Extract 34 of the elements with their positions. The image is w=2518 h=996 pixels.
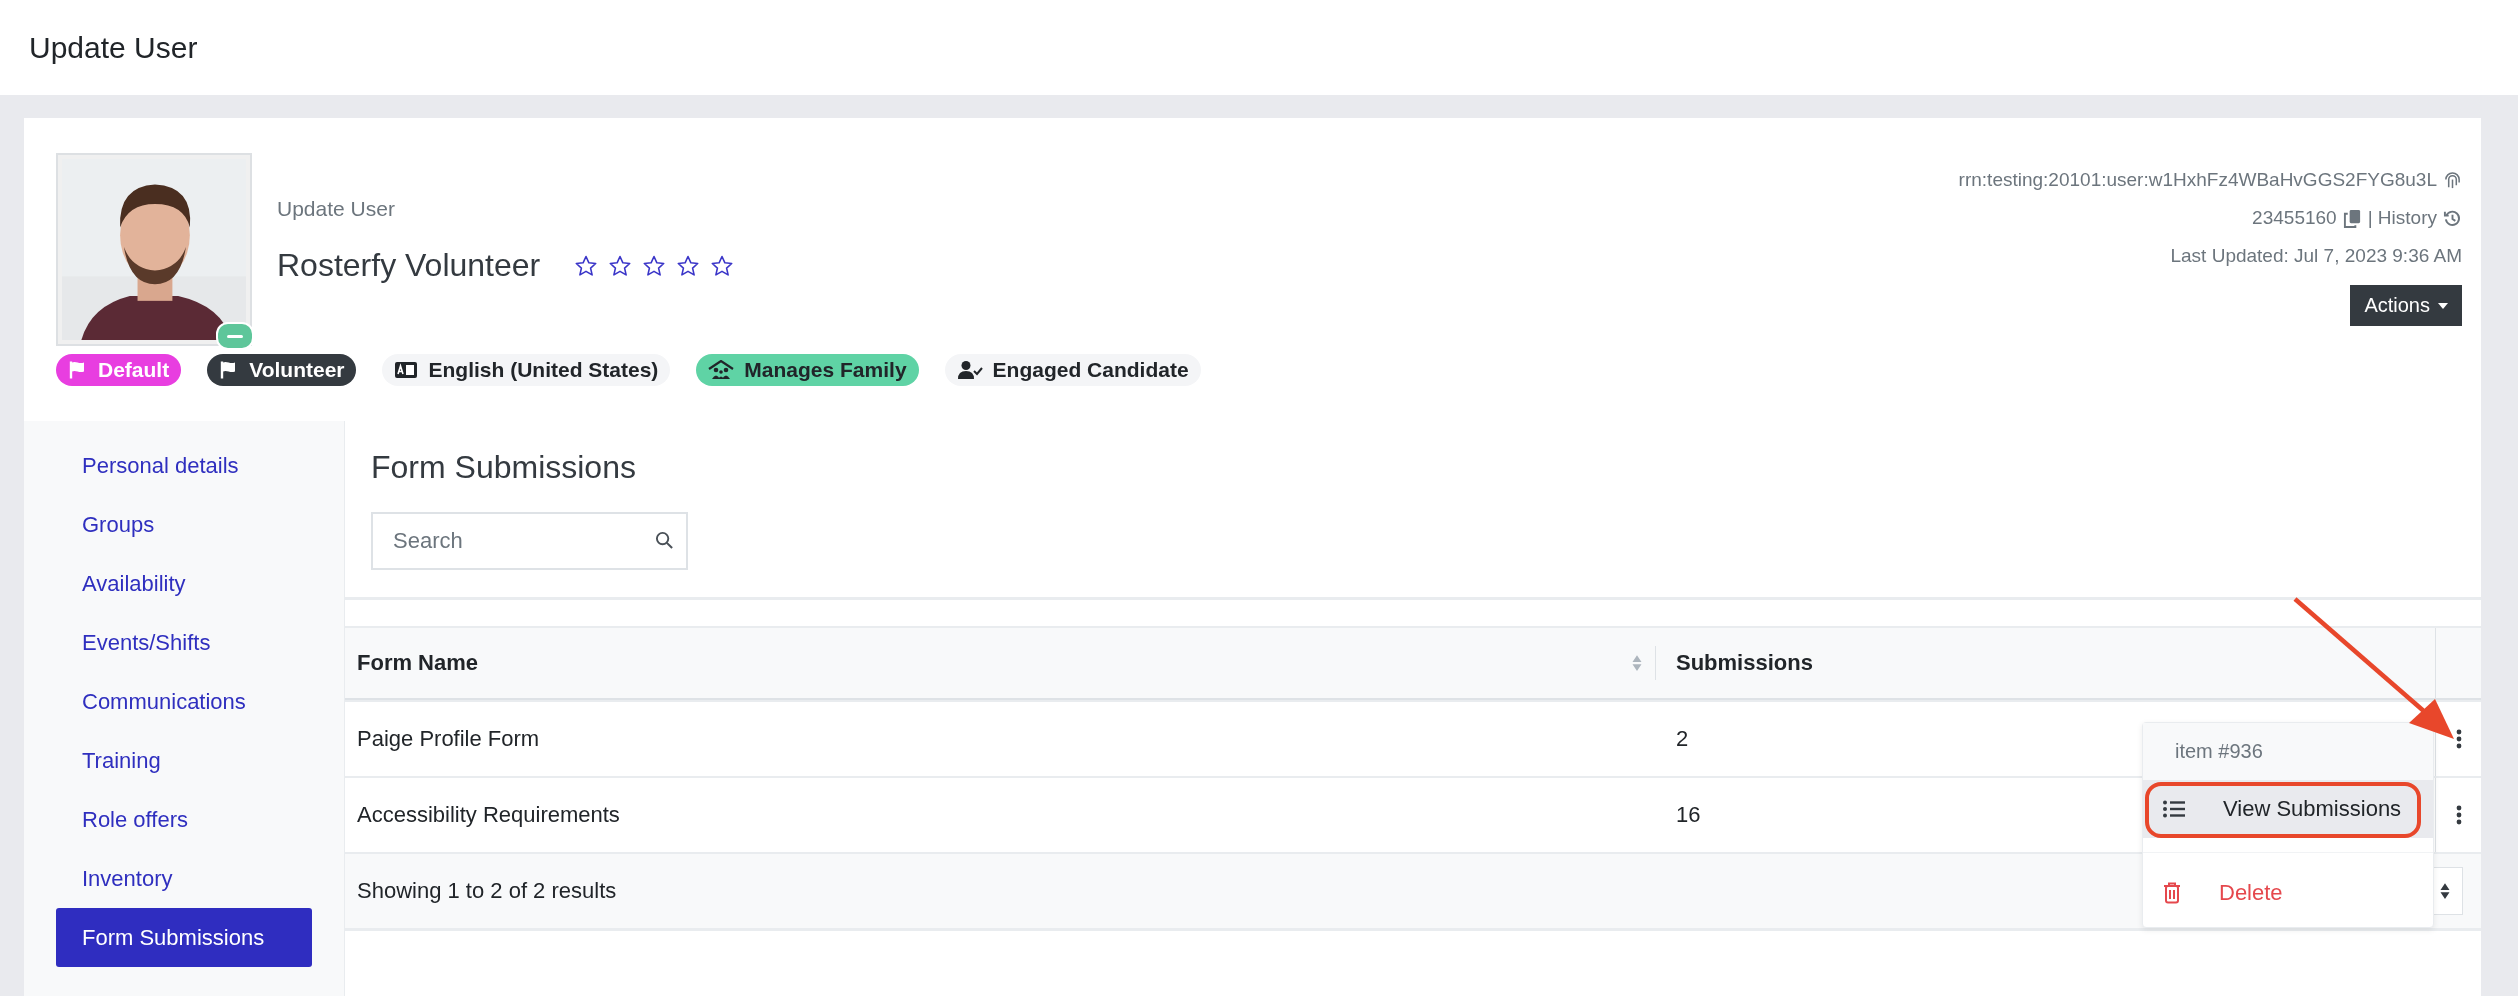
menu-item[interactable]: View Submissions: [2143, 780, 2433, 838]
table-cell: Paige Profile Form: [357, 726, 540, 752]
tag-badge: Engaged Candidate: [944, 354, 1201, 386]
page-title: Update User: [29, 30, 198, 65]
table-cell: Accessibility Requirements: [357, 802, 620, 828]
tag-badge: English (United States): [382, 354, 671, 386]
column-header[interactable]: Submissions: [1676, 650, 1813, 676]
menu-item[interactable]: Delete: [2143, 859, 2433, 927]
sidebar-item[interactable]: Communications: [56, 672, 312, 731]
user-name: Rosterfy Volunteer: [277, 247, 541, 284]
sidebar-item[interactable]: Role offers: [56, 790, 312, 849]
subtitle: Update User: [277, 197, 396, 221]
tag-badge: Default: [56, 354, 182, 386]
actions-button[interactable]: Actions: [2350, 285, 2462, 326]
menu-header: item #936: [2143, 723, 2433, 780]
sidebar-item[interactable]: Groups: [56, 495, 312, 554]
resource-name: rrn:testing:20101:user:w1HxhFz4WBaHvGGS2FYG8u3L: [1958, 169, 2437, 191]
last-updated: Last Updated: Jul 7, 2023 9:36 AM: [2170, 245, 2462, 267]
user-id: 23455160: [2252, 207, 2337, 229]
search-field[interactable]: Search: [371, 512, 688, 570]
table-cell: 2: [1676, 726, 1689, 752]
section-title: Form Submissions: [370, 448, 637, 486]
sidebar-item[interactable]: Training: [56, 731, 312, 790]
tag-badge: Volunteer: [207, 354, 357, 386]
sidebar-item[interactable]: Personal details: [56, 436, 312, 495]
sidebar-item[interactable]: Form Submissions: [56, 908, 312, 967]
results-summary: Showing 1 to 2 of 2 results: [357, 878, 617, 904]
history-link[interactable]: | History: [2367, 207, 2437, 229]
tag-badge: Manages Family: [696, 354, 919, 386]
column-header[interactable]: Form Name: [357, 650, 479, 676]
table-cell: 16: [1676, 802, 1701, 828]
sidebar-item[interactable]: Inventory: [56, 849, 312, 908]
sidebar-item[interactable]: Availability: [56, 554, 312, 613]
sidebar-item[interactable]: Events/Shifts: [56, 613, 312, 672]
